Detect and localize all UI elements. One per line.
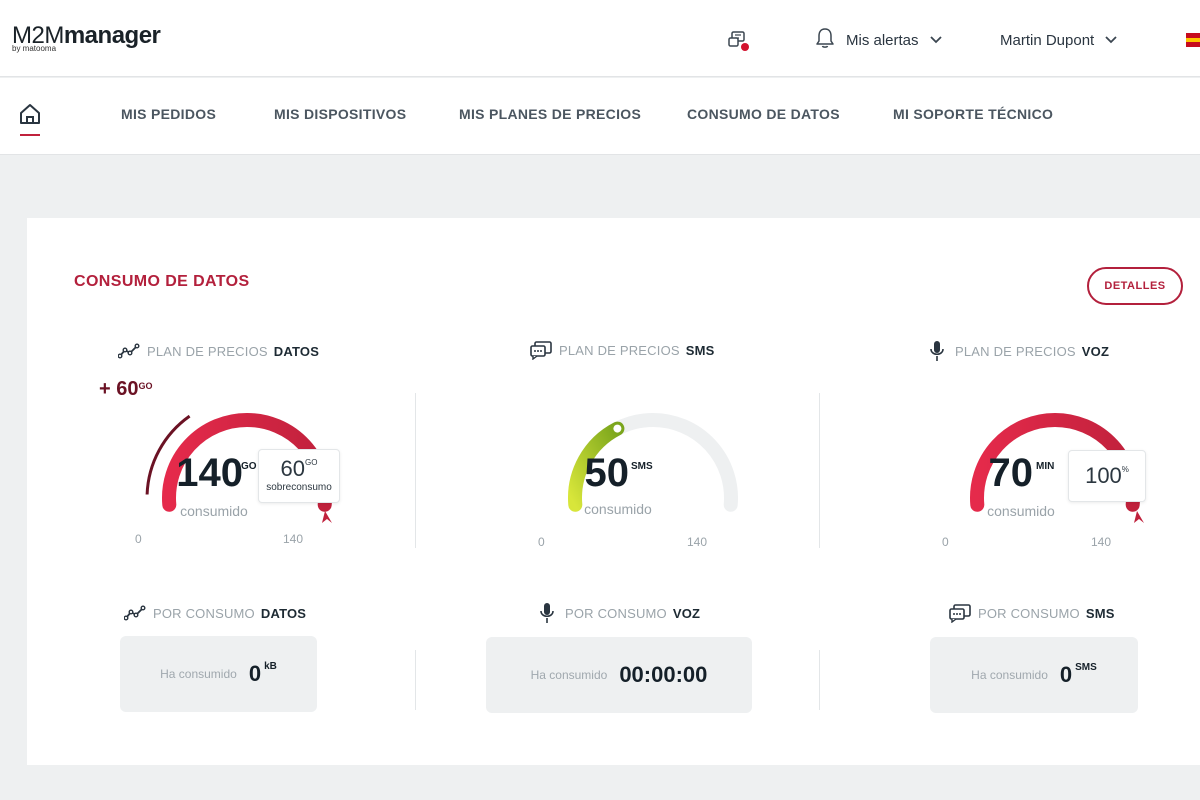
logo-subtitle: by matooma <box>12 44 57 53</box>
bell-icon <box>814 27 836 53</box>
nav-item-consumo-de-datos[interactable]: CONSUMO DE DATOS <box>687 106 840 122</box>
consumption-value: 00:00:00 <box>619 662 708 687</box>
data-trend-icon <box>123 602 147 624</box>
gauge-knob <box>613 424 622 433</box>
chevron-down-icon <box>929 32 943 49</box>
gauge-value: 140 <box>176 451 243 495</box>
consumption-value: 0 SMS <box>1059 662 1097 687</box>
consumption-type: VOZ <box>672 605 701 621</box>
alerts-menu[interactable]: Mis alertas <box>814 28 943 52</box>
nav-item-mis-pedidos[interactable]: MIS PEDIDOS <box>121 106 216 122</box>
gauge-end-marker <box>1134 511 1144 523</box>
plan-type: DATOS <box>273 343 320 359</box>
overconsumption-badge: 60GO sobreconsumo <box>258 449 340 503</box>
home-tab[interactable] <box>18 102 42 138</box>
consumption-value: 0 kB <box>248 661 277 686</box>
gauge-min-label: 0 <box>942 535 949 549</box>
consumption-type: DATOS <box>260 605 307 621</box>
flag-es-icon[interactable] <box>1186 33 1200 47</box>
details-button[interactable]: DETALLES <box>1087 267 1183 305</box>
consumption-header-sms: POR CONSUMO SMS <box>948 602 1115 624</box>
gauge-unit: MIN <box>1036 461 1055 472</box>
gauge-max-label: 140 <box>687 535 708 549</box>
gauge-value: 50 <box>584 451 630 495</box>
gauge-min-label: 0 <box>135 532 142 546</box>
m2m-manager-logo[interactable]: M2Mmanager by matooma <box>12 22 161 53</box>
main-nav: MIS PEDIDOS MIS DISPOSITIVOS MIS PLANES … <box>0 78 1200 155</box>
gauge-end-marker <box>322 511 332 523</box>
column-divider <box>819 650 820 710</box>
support-chat-icon[interactable] <box>728 30 750 52</box>
badge-caption: sobreconsumo <box>266 482 332 493</box>
consumption-prefix: POR CONSUMO <box>978 605 1080 621</box>
nav-item-mis-planes-de-precios[interactable]: MIS PLANES DE PRECIOS <box>459 106 641 122</box>
nav-item-mi-soporte-tecnico[interactable]: MI SOPORTE TÉCNICO <box>893 106 1053 122</box>
gauge-caption: consumido <box>584 501 652 517</box>
gauge-min-label: 0 <box>538 535 545 549</box>
nav-item-mis-dispositivos[interactable]: MIS DISPOSITIVOS <box>274 106 406 122</box>
consumption-type: SMS <box>1085 605 1115 621</box>
consumption-box-sms: Ha consumido 0 SMS <box>930 637 1138 713</box>
consumption-prefix: POR CONSUMO <box>153 605 255 621</box>
column-divider <box>415 650 416 710</box>
plan-prefix: PLAN DE PRECIOS <box>147 343 268 359</box>
sms-chat-icon <box>948 602 972 624</box>
plan-type: VOZ <box>1081 343 1110 359</box>
plan-prefix: PLAN DE PRECIOS <box>559 342 680 358</box>
gauge-caption: consumido <box>180 503 248 519</box>
gauge-caption: consumido <box>987 503 1055 519</box>
consumption-label: Ha consumido <box>530 668 608 682</box>
percent-badge: 100% <box>1068 450 1146 502</box>
column-divider <box>415 393 416 548</box>
user-menu[interactable]: Martin Dupont <box>1000 28 1118 52</box>
top-header: M2Mmanager by matooma Mis alertas Martin… <box>0 0 1200 77</box>
data-trend-icon <box>117 340 141 362</box>
chevron-down-icon <box>1104 32 1118 49</box>
card-title: CONSUMO DE DATOS <box>74 273 250 290</box>
plan-header-voz: PLAN DE PRECIOS VOZ <box>925 340 1109 362</box>
plan-header-datos: PLAN DE PRECIOS DATOS <box>117 340 319 362</box>
consumption-label: Ha consumido <box>971 668 1048 682</box>
consumption-box-datos: Ha consumido 0 kB <box>120 636 317 712</box>
gauge-unit: SMS <box>631 461 653 472</box>
consumption-box-voz: Ha consumido 00:00:00 <box>486 637 752 713</box>
consumption-header-voz: POR CONSUMO VOZ <box>535 602 700 624</box>
data-consumption-card: CONSUMO DE DATOS DETALLES PLAN DE PRECIO… <box>27 218 1200 765</box>
consumption-label: Ha consumido <box>160 667 237 681</box>
gauge-unit: GO <box>241 461 257 472</box>
overconsumption-label: + 60GO <box>99 378 153 400</box>
sms-chat-icon <box>529 339 553 361</box>
column-divider <box>819 393 820 548</box>
active-tab-indicator <box>20 134 40 136</box>
gauge-max-label: 140 <box>1091 535 1112 549</box>
alerts-label: Mis alertas <box>846 31 919 49</box>
consumption-prefix: POR CONSUMO <box>565 605 667 621</box>
gauge-value: 70 <box>988 451 1034 495</box>
user-name: Martin Dupont <box>1000 31 1095 49</box>
plan-type: SMS <box>685 342 715 358</box>
home-icon <box>18 104 42 130</box>
logo-text-manager: manager <box>63 22 161 49</box>
microphone-icon <box>535 602 559 624</box>
plan-prefix: PLAN DE PRECIOS <box>955 343 1076 359</box>
gauge-max-label: 140 <box>283 532 304 546</box>
consumption-header-datos: POR CONSUMO DATOS <box>123 602 306 624</box>
microphone-icon <box>925 340 949 362</box>
plan-header-sms: PLAN DE PRECIOS SMS <box>529 339 715 361</box>
